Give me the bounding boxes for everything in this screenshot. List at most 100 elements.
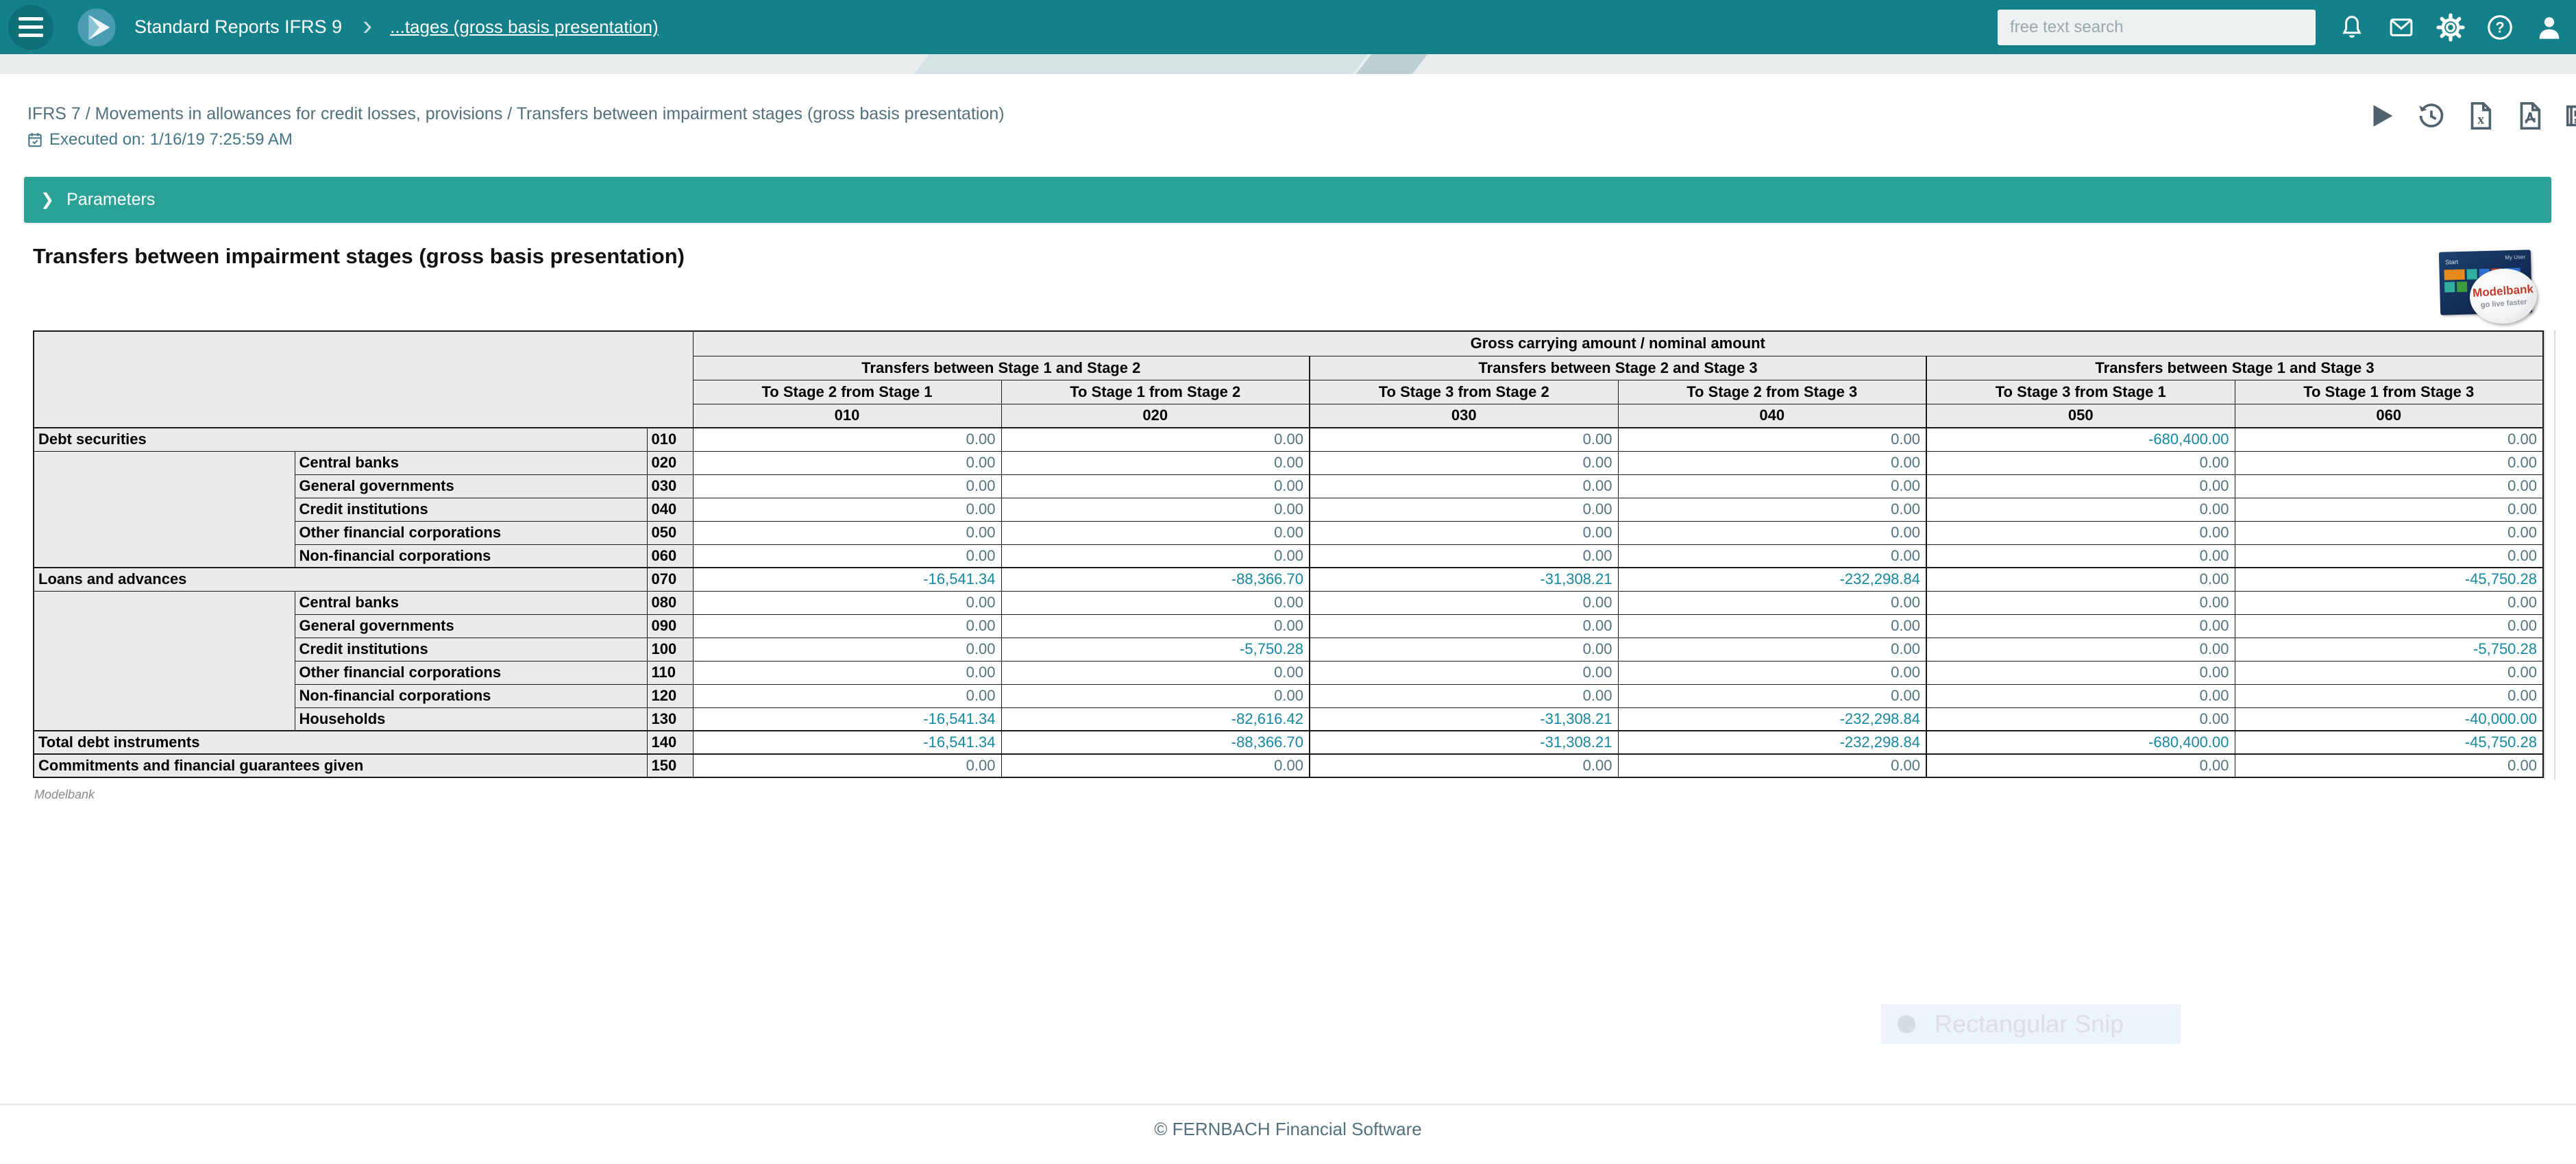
value-cell: 0.00 [1001,474,1310,498]
row-code: 030 [647,474,693,498]
value-cell: 0.00 [2235,521,2543,544]
value-cell: 0.00 [2235,754,2543,777]
expand-chevron-icon: ❯ [40,190,54,210]
value-cell: -232,298.84 [1618,568,1926,591]
table-row: General governments0900.000.000.000.000.… [34,614,2543,638]
value-cell: 0.00 [1310,661,1618,684]
value-cell: 0.00 [1926,661,2235,684]
value-cell: -232,298.84 [1618,731,1926,754]
row-code: 100 [647,638,693,661]
value-cell: 0.00 [1001,451,1310,474]
value-cell: 0.00 [1926,568,2235,591]
row-code: 050 [647,521,693,544]
value-cell: 0.00 [1310,614,1618,638]
fernbach-logo-icon[interactable] [77,8,116,47]
value-cell: 0.00 [1310,544,1618,568]
value-cell: -31,308.21 [1310,707,1618,731]
modelbank-tagline-text: go live faster [2480,298,2527,310]
column-code: 060 [2235,404,2543,428]
value-cell: -40,000.00 [2235,707,2543,731]
value-cell: 0.00 [1618,428,1926,451]
value-cell: 0.00 [693,428,1001,451]
gear-icon[interactable] [2436,13,2465,42]
value-cell: 0.00 [1618,498,1926,521]
row-code: 140 [647,731,693,754]
topbar: Standard Reports IFRS 9 › ...tages (gros… [0,0,2576,54]
column-header: To Stage 3 from Stage 1 [1926,380,2235,404]
help-icon[interactable]: ? [2486,13,2514,42]
column-code: 010 [693,404,1001,428]
row-label: Credit institutions [295,638,647,661]
inbox-icon[interactable] [2387,13,2416,42]
table-row: Households130-16,541.34-82,616.42-31,308… [34,707,2543,731]
value-cell: 0.00 [1310,521,1618,544]
table-header: Gross carrying amount / nominal amount T… [34,331,2543,428]
value-cell: 0.00 [1618,754,1926,777]
value-cell: 0.00 [693,474,1001,498]
snip-label: Rectangular Snip [1935,1010,2124,1039]
row-label: Non-financial corporations [295,544,647,568]
value-cell: 0.00 [2235,428,2543,451]
topbar-breadcrumb-link[interactable]: ...tages (gross basis presentation) [390,16,659,38]
report-action-bar: x [2366,100,2576,132]
column-code: 040 [1618,404,1926,428]
value-cell: 0.00 [2235,591,2543,614]
table-row: Credit institutions1000.00-5,750.280.000… [34,638,2543,661]
row-code: 110 [647,661,693,684]
row-code: 010 [647,428,693,451]
snip-dot-icon [1898,1015,1915,1033]
history-icon[interactable] [2415,100,2446,132]
value-cell: 0.00 [693,614,1001,638]
value-cell: 0.00 [1618,474,1926,498]
value-cell: 0.00 [693,498,1001,521]
value-cell: 0.00 [1926,684,2235,707]
rectangular-snip-overlay: Rectangular Snip [1881,1004,2181,1044]
page-footer: © FERNBACH Financial Software [0,1104,2576,1164]
value-cell: 0.00 [1618,614,1926,638]
row-label: Households [295,707,647,731]
value-cell: -82,616.42 [1001,707,1310,731]
value-cell: 0.00 [1618,544,1926,568]
table-row: Other financial corporations1100.000.000… [34,661,2543,684]
value-cell: -88,366.70 [1001,568,1310,591]
value-cell: 0.00 [693,451,1001,474]
pdf-export-icon[interactable] [2514,100,2545,132]
report-layout-icon[interactable] [2563,100,2576,132]
report-page: IFRS 7 / Movements in allowances for cre… [0,74,2576,1104]
row-label: Loans and advances [34,568,647,591]
value-cell: 0.00 [1926,451,2235,474]
excel-export-icon[interactable]: x [2464,100,2496,132]
group-header: Transfers between Stage 1 and Stage 2 [693,356,1310,380]
value-cell: -680,400.00 [1926,428,2235,451]
value-cell: 0.00 [1001,544,1310,568]
row-label: General governments [295,474,647,498]
banner-strip [0,54,2576,74]
row-label: General governments [295,614,647,638]
user-icon[interactable] [2535,13,2564,42]
value-cell: 0.00 [2235,544,2543,568]
modelbank-screen-user-label: My User [2505,254,2525,260]
search-input[interactable] [1998,10,2316,45]
svg-text:?: ? [2495,19,2504,36]
value-cell: 0.00 [1001,428,1310,451]
run-icon[interactable] [2366,100,2397,132]
hamburger-menu-button[interactable] [8,5,53,50]
value-cell: 0.00 [1926,614,2235,638]
value-cell: 0.00 [1310,498,1618,521]
value-cell: -31,308.21 [1310,731,1618,754]
page-title: Transfers between impairment stages (gro… [33,244,685,269]
report-table-zone: Gross carrying amount / nominal amount T… [33,330,2568,802]
value-cell: 0.00 [693,521,1001,544]
value-cell: 0.00 [1926,544,2235,568]
row-indent-cell [34,451,295,568]
table-scrollbar[interactable] [2544,330,2555,779]
value-cell: -45,750.28 [2235,568,2543,591]
table-row: Non-financial corporations0600.000.000.0… [34,544,2543,568]
table-row: Debt securities0100.000.000.000.00-680,4… [34,428,2543,451]
modelbank-logo: My User Start Modelbank go live faster [2437,251,2540,324]
value-cell: 0.00 [2235,474,2543,498]
value-cell: 0.00 [1001,684,1310,707]
row-code: 150 [647,754,693,777]
bell-icon[interactable] [2338,13,2366,42]
parameters-panel-header[interactable]: ❯ Parameters [24,177,2551,223]
